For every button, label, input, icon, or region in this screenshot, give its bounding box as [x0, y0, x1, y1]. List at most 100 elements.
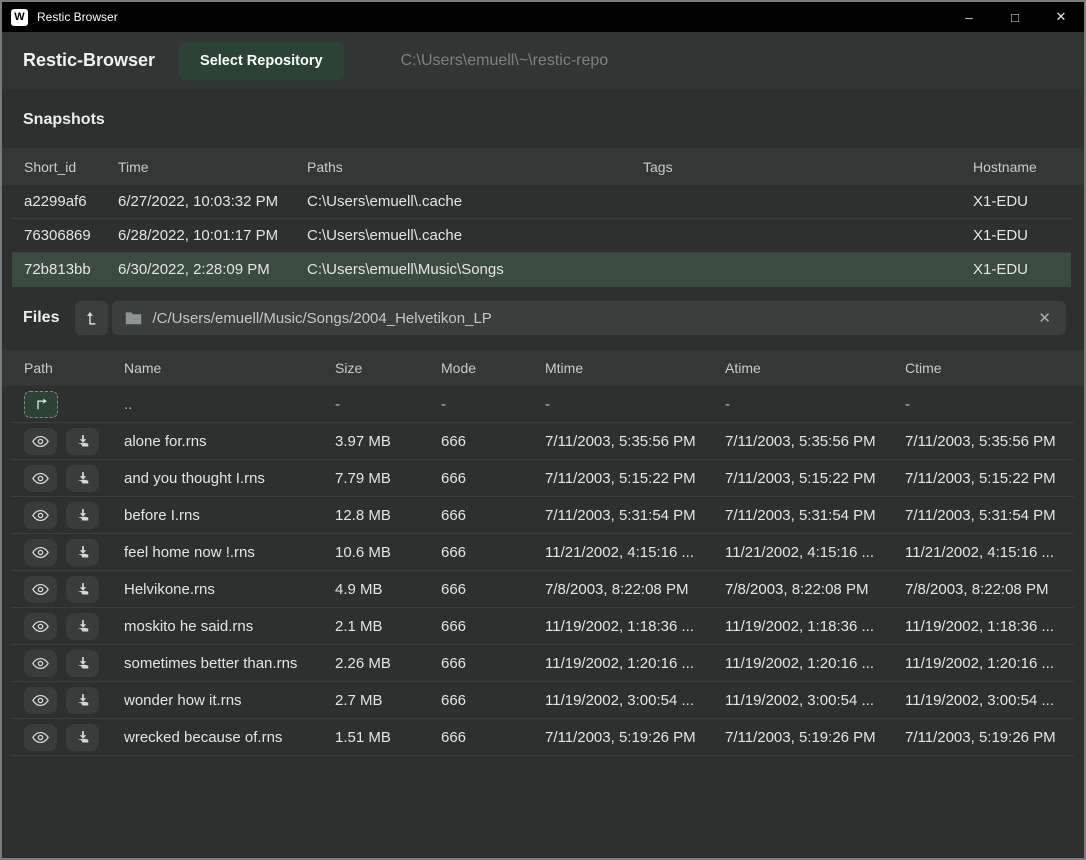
preview-file-button[interactable] — [24, 539, 57, 566]
preview-file-button[interactable] — [24, 428, 57, 455]
file-mode: - — [441, 396, 545, 413]
folder-icon — [125, 311, 142, 325]
snapshot-row[interactable]: 76306869 6/28/2022, 10:01:17 PM C:\Users… — [12, 219, 1071, 253]
file-atime: 11/19/2002, 1:18:36 ... — [725, 618, 905, 635]
parent-directory-row[interactable]: .. - - - - - — [12, 386, 1074, 423]
column-header-name: Name — [124, 360, 335, 376]
download-file-button[interactable] — [66, 576, 99, 603]
titlebar: W Restic Browser – □ ✕ — [2, 2, 1084, 32]
repository-path-field[interactable]: C:\Users\emuell\~\restic-repo — [401, 52, 609, 70]
level-up-icon — [84, 310, 100, 327]
file-name: before I.rns — [124, 507, 335, 524]
column-header-size: Size — [335, 360, 441, 376]
column-header-mtime: Mtime — [545, 360, 725, 376]
file-size: 2.1 MB — [335, 618, 441, 635]
snapshot-paths: C:\Users\emuell\.cache — [307, 227, 643, 244]
file-size: 2.26 MB — [335, 655, 441, 672]
app-title: Restic-Browser — [23, 50, 155, 71]
file-row[interactable]: before I.rns 12.8 MB 666 7/11/2003, 5:31… — [12, 497, 1074, 534]
file-row[interactable]: wrecked because of.rns 1.51 MB 666 7/11/… — [12, 719, 1074, 756]
preview-file-button[interactable] — [24, 724, 57, 751]
maximize-button[interactable]: □ — [992, 2, 1038, 32]
snapshot-row[interactable]: a2299af6 6/27/2022, 10:03:32 PM C:\Users… — [12, 185, 1071, 219]
file-row[interactable]: alone for.rns 3.97 MB 666 7/11/2003, 5:3… — [12, 423, 1074, 460]
minimize-button[interactable]: – — [946, 2, 992, 32]
column-header-mode: Mode — [441, 360, 545, 376]
files-rows: alone for.rns 3.97 MB 666 7/11/2003, 5:3… — [12, 423, 1074, 756]
download-file-button[interactable] — [66, 724, 99, 751]
snapshots-table-body: a2299af6 6/27/2022, 10:03:32 PM C:\Users… — [12, 185, 1071, 287]
snapshot-hostname: X1-EDU — [973, 227, 1071, 244]
file-size: 2.7 MB — [335, 692, 441, 709]
download-file-button[interactable] — [66, 502, 99, 529]
file-ctime: 7/8/2003, 8:22:08 PM — [905, 581, 1074, 598]
snapshot-paths: C:\Users\emuell\Music\Songs — [307, 261, 643, 278]
file-name: wonder how it.rns — [124, 692, 335, 709]
file-name: and you thought I.rns — [124, 470, 335, 487]
preview-file-button[interactable] — [24, 502, 57, 529]
current-path-input[interactable]: /C/Users/emuell/Music/Songs/2004_Helveti… — [112, 301, 1066, 335]
preview-file-button[interactable] — [24, 650, 57, 677]
up-right-arrow-icon — [34, 397, 49, 411]
download-file-button[interactable] — [66, 687, 99, 714]
go-up-level-button[interactable] — [75, 301, 108, 335]
navigate-up-button[interactable] — [24, 391, 58, 418]
file-row[interactable]: wonder how it.rns 2.7 MB 666 11/19/2002,… — [12, 682, 1074, 719]
download-icon — [76, 434, 90, 448]
snapshot-time: 6/28/2022, 10:01:17 PM — [118, 227, 307, 244]
download-file-button[interactable] — [66, 613, 99, 640]
file-row[interactable]: feel home now !.rns 10.6 MB 666 11/21/20… — [12, 534, 1074, 571]
eye-icon — [32, 472, 49, 485]
file-atime: 7/11/2003, 5:35:56 PM — [725, 433, 905, 450]
clear-path-button[interactable]: ✕ — [1036, 309, 1053, 327]
select-repository-button[interactable]: Select Repository — [179, 42, 344, 80]
eye-icon — [32, 546, 49, 559]
preview-file-button[interactable] — [24, 613, 57, 640]
preview-file-button[interactable] — [24, 576, 57, 603]
column-header-ctime: Ctime — [905, 360, 1084, 376]
snapshot-short-id: a2299af6 — [24, 193, 118, 210]
file-mode: 666 — [441, 507, 545, 524]
file-ctime: 7/11/2003, 5:35:56 PM — [905, 433, 1074, 450]
eye-icon — [32, 620, 49, 633]
snapshot-hostname: X1-EDU — [973, 193, 1071, 210]
file-mtime: 7/11/2003, 5:31:54 PM — [545, 507, 725, 524]
close-button[interactable]: ✕ — [1038, 2, 1084, 32]
app-window: W Restic Browser – □ ✕ Restic-Browser Se… — [0, 0, 1086, 860]
download-icon — [76, 582, 90, 596]
file-mtime: 7/11/2003, 5:35:56 PM — [545, 433, 725, 450]
file-row[interactable]: Helvikone.rns 4.9 MB 666 7/8/2003, 8:22:… — [12, 571, 1074, 608]
file-row[interactable]: moskito he said.rns 2.1 MB 666 11/19/200… — [12, 608, 1074, 645]
download-file-button[interactable] — [66, 465, 99, 492]
file-atime: 7/11/2003, 5:31:54 PM — [725, 507, 905, 524]
download-file-button[interactable] — [66, 650, 99, 677]
file-mode: 666 — [441, 433, 545, 450]
eye-icon — [32, 583, 49, 596]
snapshot-short-id: 76306869 — [24, 227, 118, 244]
file-atime: - — [725, 396, 905, 413]
eye-icon — [32, 435, 49, 448]
column-header-short-id: Short_id — [24, 159, 118, 175]
snapshot-row[interactable]: 72b813bb 6/30/2022, 2:28:09 PM C:\Users\… — [12, 253, 1071, 287]
app-icon: W — [11, 9, 28, 26]
snapshots-table-header: Short_id Time Paths Tags Hostname — [2, 148, 1084, 185]
file-mode: 666 — [441, 470, 545, 487]
file-mtime: 7/8/2003, 8:22:08 PM — [545, 581, 725, 598]
window-controls: – □ ✕ — [946, 2, 1084, 32]
file-size: 1.51 MB — [335, 729, 441, 746]
file-row[interactable]: and you thought I.rns 7.79 MB 666 7/11/2… — [12, 460, 1074, 497]
column-header-paths: Paths — [307, 159, 643, 175]
file-mode: 666 — [441, 544, 545, 561]
file-row[interactable]: sometimes better than.rns 2.26 MB 666 11… — [12, 645, 1074, 682]
files-toolbar: Files /C/Users/emuell/Music/Songs/2004_H… — [2, 287, 1084, 350]
file-name: alone for.rns — [124, 433, 335, 450]
eye-icon — [32, 657, 49, 670]
preview-file-button[interactable] — [24, 465, 57, 492]
file-size: 4.9 MB — [335, 581, 441, 598]
preview-file-button[interactable] — [24, 687, 57, 714]
file-mtime: 11/19/2002, 3:00:54 ... — [545, 692, 725, 709]
download-file-button[interactable] — [66, 539, 99, 566]
download-file-button[interactable] — [66, 428, 99, 455]
file-ctime: - — [905, 396, 1074, 413]
close-icon: ✕ — [1038, 310, 1051, 327]
